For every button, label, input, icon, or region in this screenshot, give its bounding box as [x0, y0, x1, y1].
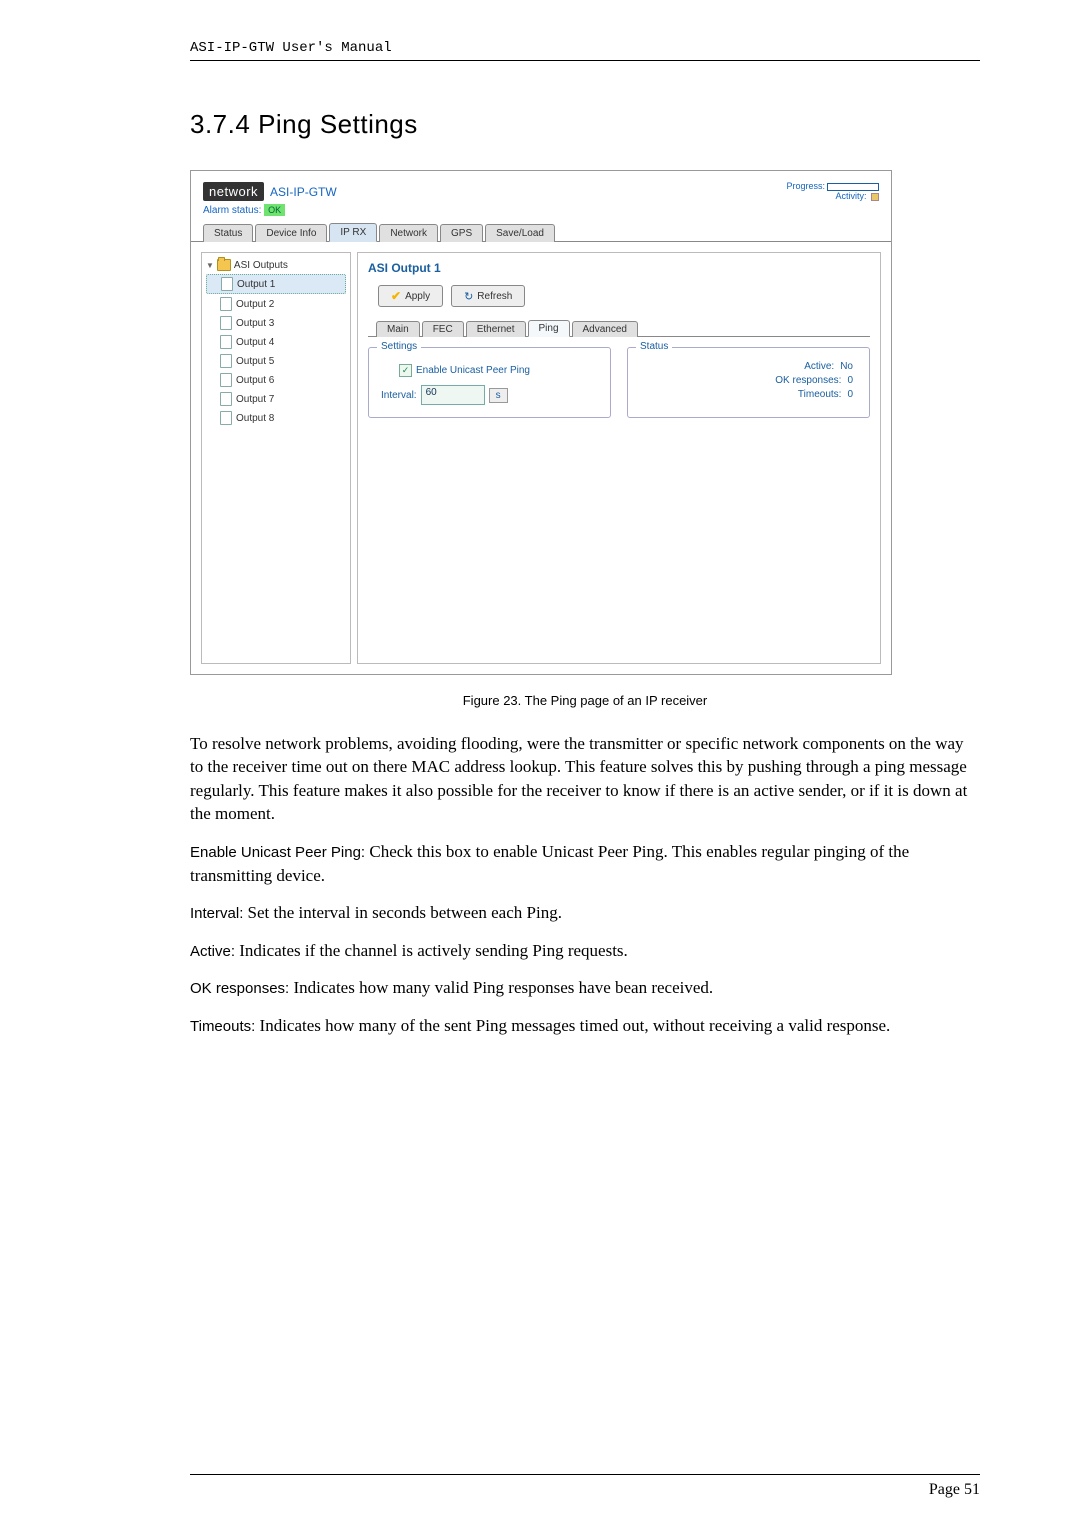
settings-legend: Settings — [377, 341, 421, 352]
sub-tabs: Main FEC Ethernet Ping Advanced — [368, 319, 870, 337]
status-ok-label: OK responses: — [775, 375, 841, 386]
section-number: 3.7.4 — [190, 109, 250, 139]
tree-item-output-3[interactable]: Output 3 — [206, 314, 346, 332]
file-icon — [220, 354, 232, 368]
tree-item-output-6[interactable]: Output 6 — [206, 371, 346, 389]
status-timeouts-value: 0 — [847, 389, 853, 400]
alarm-status: Alarm status: OK — [191, 201, 891, 222]
file-icon — [220, 316, 232, 330]
status-legend: Status — [636, 341, 672, 352]
app-logo: network ASI-IP-GTW — [203, 182, 337, 201]
subtab-fec[interactable]: FEC — [422, 321, 464, 337]
nav-tabs: Status Device Info IP RX Network GPS Sav… — [191, 222, 891, 242]
status-active-label: Active: — [804, 361, 834, 372]
enable-peer-ping-checkbox[interactable]: ✓ — [399, 364, 412, 377]
tree-item-output-8[interactable]: Output 8 — [206, 409, 346, 427]
para-timeouts: Timeouts: Indicates how many of the sent… — [190, 1014, 980, 1038]
refresh-icon: ↻ — [464, 290, 473, 303]
product-name: ASI-IP-GTW — [270, 185, 337, 199]
enable-peer-ping-label: Enable Unicast Peer Ping — [416, 365, 530, 376]
term-ok: OK responses: — [190, 980, 289, 997]
term-interval: Interval: — [190, 905, 248, 922]
page-footer: Page 51 — [190, 1474, 980, 1499]
tree-item-output-2[interactable]: Output 2 — [206, 295, 346, 313]
folder-icon — [217, 259, 231, 271]
file-icon — [221, 277, 233, 291]
subtab-ping[interactable]: Ping — [528, 320, 570, 337]
progress-indicator: Progress: — [786, 181, 879, 191]
tree-root-label: ASI Outputs — [234, 260, 288, 271]
apply-button[interactable]: ✔ Apply — [378, 285, 443, 307]
activity-indicator: Activity: — [786, 191, 879, 201]
file-icon — [220, 335, 232, 349]
doc-header: ASI-IP-GTW User's Manual — [190, 40, 980, 61]
para-ok: OK responses: Indicates how many valid P… — [190, 976, 980, 1000]
para-intro: To resolve network problems, avoiding fl… — [190, 732, 980, 826]
figure-caption: Figure 23. The Ping page of an IP receiv… — [190, 693, 980, 708]
tab-save-load[interactable]: Save/Load — [485, 224, 555, 242]
alarm-ok-badge: OK — [264, 204, 285, 216]
subtab-ethernet[interactable]: Ethernet — [466, 321, 526, 337]
tab-device-info[interactable]: Device Info — [255, 224, 327, 242]
section-name: Ping Settings — [258, 109, 418, 139]
interval-label: Interval: — [381, 390, 417, 401]
tab-network[interactable]: Network — [379, 224, 438, 242]
file-icon — [220, 373, 232, 387]
content-panel: ASI Output 1 ✔ Apply ↻ Refresh Main FEC … — [357, 252, 881, 664]
file-icon — [220, 411, 232, 425]
tab-status[interactable]: Status — [203, 224, 253, 242]
expand-icon[interactable]: ▼ — [206, 261, 214, 270]
status-ok-value: 0 — [847, 375, 853, 386]
para-enable: Enable Unicast Peer Ping: Check this box… — [190, 840, 980, 887]
interval-input[interactable]: 60 — [421, 385, 485, 405]
refresh-button[interactable]: ↻ Refresh — [451, 285, 525, 307]
activity-dot-icon — [871, 193, 879, 201]
tree-item-output-5[interactable]: Output 5 — [206, 352, 346, 370]
subtab-main[interactable]: Main — [376, 321, 420, 337]
para-interval: Interval: Set the interval in seconds be… — [190, 901, 980, 925]
file-icon — [220, 297, 232, 311]
tree-root[interactable]: ▼ ASI Outputs — [206, 259, 346, 271]
logo-badge: network — [203, 182, 264, 201]
tree-item-output-7[interactable]: Output 7 — [206, 390, 346, 408]
interval-unit: s — [489, 388, 508, 403]
status-timeouts-label: Timeouts: — [798, 389, 842, 400]
app-window: network ASI-IP-GTW Progress: Activity: A… — [190, 170, 892, 675]
tab-ip-rx[interactable]: IP RX — [329, 223, 377, 242]
status-fieldset: Status Active:No OK responses:0 Timeouts… — [627, 347, 870, 418]
term-active: Active: — [190, 943, 235, 960]
tree-item-output-4[interactable]: Output 4 — [206, 333, 346, 351]
check-icon: ✔ — [391, 289, 401, 303]
term-enable: Enable Unicast Peer Ping: — [190, 844, 365, 861]
file-icon — [220, 392, 232, 406]
para-active: Active: Indicates if the channel is acti… — [190, 939, 980, 963]
section-title: 3.7.4 Ping Settings — [190, 109, 980, 140]
subtab-advanced[interactable]: Advanced — [572, 321, 638, 337]
status-active-value: No — [840, 361, 853, 372]
term-timeouts: Timeouts: — [190, 1018, 255, 1035]
tab-gps[interactable]: GPS — [440, 224, 483, 242]
tree-panel: ▼ ASI Outputs Output 1 Output 2 Output 3… — [201, 252, 351, 664]
content-title: ASI Output 1 — [368, 261, 870, 275]
settings-fieldset: Settings ✓ Enable Unicast Peer Ping Inte… — [368, 347, 611, 418]
tree-item-output-1[interactable]: Output 1 — [206, 274, 346, 294]
progress-bar — [827, 183, 879, 191]
